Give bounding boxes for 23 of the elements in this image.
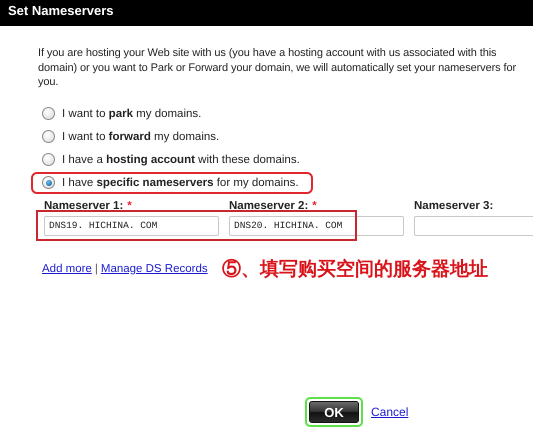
input-field[interactable]: DNS20. HICHINA. COM [229,216,404,236]
option-label: I have a hosting account with these domains. [62,154,300,166]
radio-button[interactable] [42,107,55,120]
field-label: Nameserver 1: [44,200,124,214]
required-mark: * [127,200,132,214]
link-separator: | [94,262,98,274]
cancel-link[interactable]: Cancel [371,405,408,419]
option-label: I want to park my domains. [62,108,202,120]
field-label: Nameserver 2: [229,200,308,214]
annotation-text: ⑤、填写购买空间的服务器地址 [222,256,488,282]
radio-button[interactable] [42,176,55,189]
option-label: I want to forward my domains. [62,130,220,142]
radio-button[interactable] [42,153,55,166]
ok-button[interactable]: OK [309,401,359,423]
radio-button[interactable] [42,130,55,143]
text-link[interactable]: Add more [42,262,92,274]
intro-text: If you are hosting your Web site with us (you have a hosting account with us associated with this domain) or you want to Park or Forward your domain, we will automatically set your nameservers for you. [38,46,518,90]
option-label: I have specific nameservers for my domains. [62,176,299,188]
required-mark: * [312,200,317,214]
field-label: Nameserver 3: [414,200,494,214]
input-field[interactable]: DNS19. HICHINA. COM [44,216,219,236]
title-bar: Set Nameservers [0,0,533,26]
text-link[interactable]: Manage DS Records [100,262,208,274]
